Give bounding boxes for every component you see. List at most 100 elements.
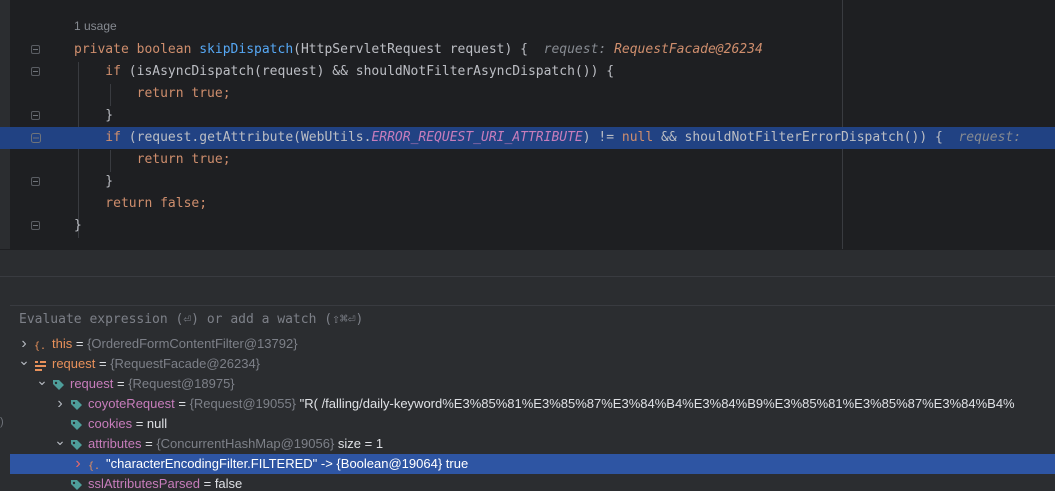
- variable-row[interactable]: › {.} "characterEncodingFilter.FILTERED" -…: [10, 454, 1055, 474]
- field-icon: [70, 478, 83, 491]
- field-icon: [70, 418, 83, 431]
- equals-sign: =: [72, 336, 88, 351]
- variable-name: coyoteRequest: [88, 396, 175, 411]
- svg-text:{.}: {.}: [34, 341, 47, 352]
- variable-row[interactable]: cookies = null: [10, 414, 1055, 434]
- code-token: return false;: [74, 196, 208, 211]
- variable-extra: = null: [132, 416, 168, 431]
- variable-row[interactable]: ›{.}this = {OrderedFormContentFilter@137…: [10, 334, 1055, 354]
- variable-content: cookies = null: [88, 414, 167, 434]
- code-line[interactable]: if (isAsyncDispatch(request) && shouldNo…: [0, 61, 1055, 83]
- code-line[interactable]: return true;: [0, 83, 1055, 105]
- code-text: return true;: [74, 149, 231, 171]
- code-token: if: [74, 64, 129, 79]
- fold-icon[interactable]: [31, 67, 40, 76]
- frames-panel-glyph: ): [0, 416, 4, 428]
- variable-row[interactable]: › coyoteRequest = {Request@19055} "R( /fa…: [10, 394, 1055, 414]
- variable-content: coyoteRequest = {Request@19055} "R( /fal…: [88, 394, 1015, 414]
- code-token: skipDispatch: [199, 42, 294, 57]
- equals-sign: =: [141, 436, 157, 451]
- code-text: if (request.getAttribute(WebUtils.ERROR_…: [74, 127, 1029, 149]
- evaluate-expression-field[interactable]: Evaluate expression (⏎) or add a watch (…: [10, 305, 1055, 335]
- execution-point-icon[interactable]: [31, 133, 41, 143]
- variable-content: request = {RequestFacade@26234}: [52, 354, 260, 374]
- code-line-current[interactable]: if (request.getAttribute(WebUtils.ERROR_…: [0, 127, 1055, 149]
- equals-sign: =: [113, 376, 129, 391]
- code-text: return false;: [74, 193, 207, 215]
- code-token: null: [621, 130, 654, 145]
- variable-content: this = {OrderedFormContentFilter@13792}: [52, 334, 298, 354]
- code-line[interactable]: return true;: [0, 149, 1055, 171]
- fold-icon[interactable]: [31, 45, 40, 54]
- variable-row[interactable]: ⌄ attributes = {ConcurrentHashMap@19056} …: [10, 432, 1055, 454]
- entry-icon: {.}: [88, 458, 106, 472]
- variable-value: {RequestFacade@26234}: [110, 356, 261, 371]
- code-token: private boolean: [74, 42, 200, 57]
- usage-hint[interactable]: 1 usage: [74, 19, 117, 33]
- variable-row[interactable]: ⌄ request = {RequestFacade@26234}: [10, 352, 1055, 374]
- code-token: (HttpServletRequest request) {: [293, 42, 528, 57]
- code-token: request:: [527, 42, 615, 57]
- variable-name: request: [52, 356, 96, 371]
- variable-name: cookies: [88, 416, 133, 431]
- evaluate-placeholder: Evaluate expression (⏎) or add a watch (…: [19, 312, 364, 327]
- svg-text:{.}: {.}: [88, 461, 101, 472]
- chevron-down-icon[interactable]: ⌄: [36, 370, 48, 390]
- code-token: request:: [942, 130, 1029, 145]
- editor-debugger-separator[interactable]: [0, 249, 1055, 277]
- code-text: }: [74, 171, 113, 193]
- code-text: if (isAsyncDispatch(request) && shouldNo…: [74, 61, 614, 83]
- code-token: && shouldNotFilterErrorDispatch()) {: [653, 130, 943, 145]
- chevron-down-icon[interactable]: ⌄: [54, 430, 66, 450]
- equals-sign: =: [95, 356, 111, 371]
- variable-value: {Request@19055}: [189, 396, 297, 411]
- variable-content: attributes = {ConcurrentHashMap@19056} s…: [88, 434, 383, 454]
- code-line[interactable]: }: [0, 215, 1055, 237]
- fold-icon[interactable]: [31, 177, 40, 186]
- code-token: if: [74, 130, 129, 145]
- fold-icon[interactable]: [31, 221, 40, 230]
- fold-icon[interactable]: [31, 111, 40, 120]
- code-text: private boolean skipDispatch(HttpServlet…: [74, 39, 763, 61]
- variable-extra: = false: [200, 476, 243, 491]
- chevron-down-icon[interactable]: ⌄: [18, 350, 30, 370]
- variable-row[interactable]: ⌄ request = {Request@18975}: [10, 372, 1055, 394]
- variable-content: sslAttributesParsed = false: [88, 474, 242, 491]
- code-token: (request.getAttribute(WebUtils.: [128, 130, 372, 145]
- object-icon: {.}: [34, 338, 52, 352]
- variable-name: this: [52, 336, 73, 351]
- code-token: RequestFacade@26234: [614, 42, 763, 57]
- code-editor[interactable]: 1 usage private boolean skipDispatch(Htt…: [0, 0, 1055, 249]
- code-token: }: [74, 218, 82, 233]
- code-token: return true;: [74, 86, 231, 101]
- code-line[interactable]: return false;: [0, 193, 1055, 215]
- variable-name: sslAttributesParsed: [88, 476, 200, 491]
- code-line[interactable]: }: [0, 105, 1055, 127]
- code-text: }: [74, 105, 113, 127]
- variable-name: attributes: [88, 436, 142, 451]
- variable-name: request: [70, 376, 114, 391]
- variable-extra: "R( /falling/daily-keyword%E3%85%81%E3%8…: [296, 396, 1015, 411]
- code-token: }: [74, 108, 114, 123]
- field-icon: [70, 438, 83, 451]
- code-token: ERROR_REQUEST_URI_ATTRIBUTE: [371, 130, 583, 145]
- variable-value: {Request@18975}: [128, 376, 235, 391]
- chevron-right-icon[interactable]: ›: [54, 394, 66, 414]
- code-token: return true;: [74, 152, 231, 167]
- variable-name: "characterEncodingFilter.FILTERED" -> {B…: [106, 456, 469, 471]
- variable-content: request = {Request@18975}: [70, 374, 235, 394]
- code-line[interactable]: private boolean skipDispatch(HttpServlet…: [0, 39, 1055, 61]
- variable-value: {OrderedFormContentFilter@13792}: [87, 336, 298, 351]
- code-token: ) !=: [582, 130, 622, 145]
- code-text: }: [74, 215, 82, 237]
- debugger-toolbar-area: [0, 276, 1055, 305]
- chevron-right-icon[interactable]: ›: [72, 454, 84, 474]
- variable-extra: size = 1: [334, 436, 384, 451]
- variable-content: "characterEncodingFilter.FILTERED" -> {B…: [106, 454, 468, 474]
- variable-row[interactable]: sslAttributesParsed = false: [10, 474, 1055, 491]
- field-icon: [70, 398, 83, 411]
- code-token: (isAsyncDispatch(request) && shouldNotFi…: [128, 64, 615, 79]
- code-line[interactable]: }: [0, 171, 1055, 193]
- code-token: }: [74, 174, 114, 189]
- variables-tree[interactable]: › {.} this = {OrderedFormContentFilter@137…: [10, 334, 1055, 491]
